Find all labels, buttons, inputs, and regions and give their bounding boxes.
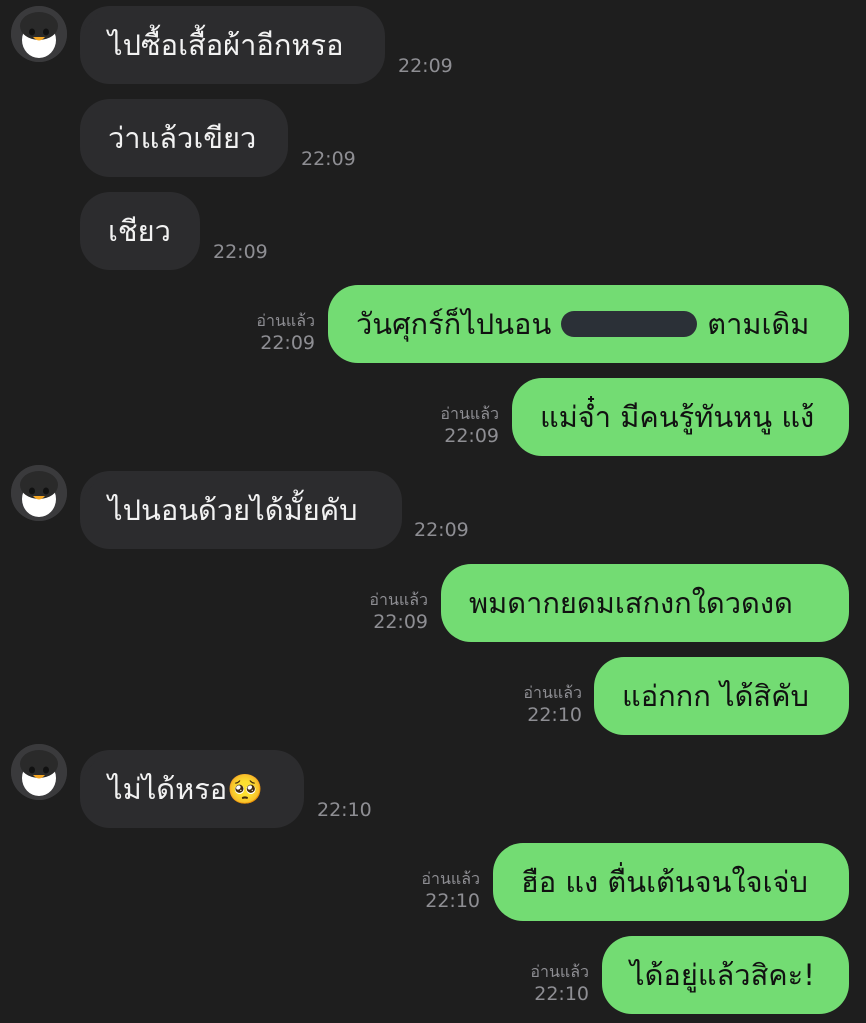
message-bubble-incoming[interactable]: ว่าแล้วเขียว bbox=[80, 99, 288, 177]
message-meta: อ่านแล้ว 22:09 bbox=[440, 406, 499, 446]
message-bubble-outgoing[interactable]: วันศุกร์ก็ไปนอน ตามเดิม bbox=[328, 285, 849, 363]
message-bubble-incoming[interactable]: เชียว bbox=[80, 192, 200, 270]
message-text: ไม่ได้หรอ🥺 bbox=[108, 772, 264, 806]
message-bubble-outgoing[interactable]: ได้อยู่แล้วสิคะ! bbox=[602, 936, 849, 1014]
message-bubble-outgoing[interactable]: แอ่กกก ได้สิคับ bbox=[594, 657, 849, 735]
message-time: 22:10 bbox=[425, 890, 480, 912]
message-bubble-outgoing[interactable]: พมดากยดมเสกงกใดวดงด bbox=[441, 564, 849, 642]
message-text: ว่าแล้วเขียว bbox=[108, 121, 257, 155]
message-text: ฮือ แง ตื่นเต้นจนใจเจ่บ bbox=[521, 865, 808, 899]
message-text: ไปซื้อเสื้อผ้าอีกหรอ bbox=[108, 28, 344, 62]
message-meta: อ่านแล้ว 22:10 bbox=[421, 871, 480, 911]
message-time: 22:09 bbox=[373, 611, 428, 633]
message-time: 22:10 bbox=[317, 799, 372, 821]
message-meta: อ่านแล้ว 22:10 bbox=[523, 685, 582, 725]
message-text: ได้อยู่แล้วสิคะ! bbox=[630, 958, 815, 992]
message-bubble-outgoing[interactable]: ฮือ แง ตื่นเต้นจนใจเจ่บ bbox=[493, 843, 849, 921]
penguin-icon[interactable] bbox=[11, 744, 67, 800]
message-time: 22:10 bbox=[534, 983, 589, 1005]
message-text: เชียว bbox=[108, 214, 171, 248]
redacted-text bbox=[561, 311, 698, 337]
message-text: ตามเดิม bbox=[707, 307, 810, 341]
message-time: 22:10 bbox=[527, 704, 582, 726]
message-time: 22:09 bbox=[414, 519, 469, 541]
message-text: พมดากยดมเสกงกใดวดงด bbox=[469, 586, 793, 620]
message-time: 22:09 bbox=[444, 425, 499, 447]
message-meta: อ่านแล้ว 22:10 bbox=[530, 964, 589, 1004]
message-bubble-outgoing[interactable]: แม่จ๋ำ มีคนรู้ทันหนู แง้ bbox=[512, 378, 849, 456]
message-time: 22:09 bbox=[260, 332, 315, 354]
message-text: ไปนอนด้วยได้มั้ยคับ bbox=[108, 493, 358, 527]
message-time: 22:09 bbox=[398, 55, 453, 77]
message-meta: อ่านแล้ว 22:09 bbox=[369, 592, 428, 632]
penguin-icon[interactable] bbox=[11, 465, 67, 521]
read-receipt: อ่านแล้ว bbox=[523, 683, 582, 702]
read-receipt: อ่านแล้ว bbox=[530, 962, 589, 981]
message-text: วันศุกร์ก็ไปนอน bbox=[356, 307, 552, 341]
message-text: แอ่กกก ได้สิคับ bbox=[622, 679, 809, 713]
penguin-icon[interactable] bbox=[11, 6, 67, 62]
message-bubble-incoming[interactable]: ไปนอนด้วยได้มั้ยคับ bbox=[80, 471, 402, 549]
message-time: 22:09 bbox=[213, 241, 268, 263]
read-receipt: อ่านแล้ว bbox=[369, 590, 428, 609]
message-bubble-incoming[interactable]: ไปซื้อเสื้อผ้าอีกหรอ bbox=[80, 6, 385, 84]
message-time: 22:09 bbox=[301, 148, 356, 170]
chat-conversation[interactable]: ไปซื้อเสื้อผ้าอีกหรอ 22:09 ว่าแล้วเขียว … bbox=[0, 0, 866, 1023]
read-receipt: อ่านแล้ว bbox=[440, 404, 499, 423]
read-receipt: อ่านแล้ว bbox=[256, 311, 315, 330]
message-meta: อ่านแล้ว 22:09 bbox=[256, 313, 315, 353]
message-text: แม่จ๋ำ มีคนรู้ทันหนู แง้ bbox=[540, 400, 815, 434]
read-receipt: อ่านแล้ว bbox=[421, 869, 480, 888]
message-bubble-incoming[interactable]: ไม่ได้หรอ🥺 bbox=[80, 750, 304, 828]
